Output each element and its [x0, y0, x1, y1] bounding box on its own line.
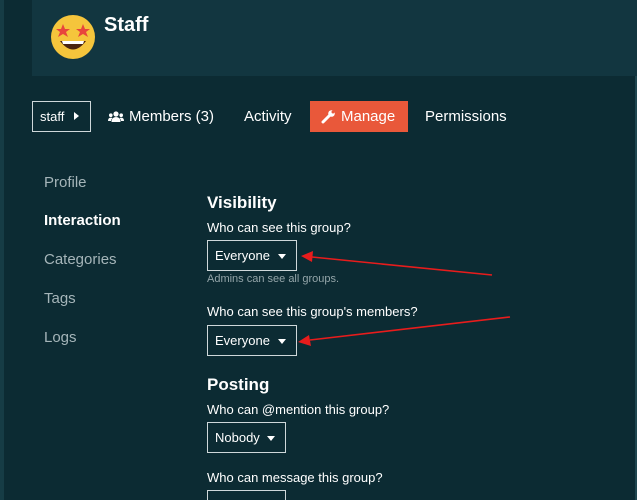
star-struck-emoji-icon	[51, 15, 95, 59]
group-header	[32, 0, 637, 76]
tab-permissions-label: Permissions	[425, 108, 507, 125]
sidebar-item-logs[interactable]: Logs	[44, 329, 77, 346]
left-edge-bar	[0, 0, 4, 500]
see-members-dropdown[interactable]: Everyone	[207, 325, 297, 356]
posting-heading: Posting	[207, 375, 270, 394]
caret-down-icon	[278, 339, 286, 344]
see-group-hint: Admins can see all groups.	[207, 273, 340, 285]
visibility-heading: Visibility	[207, 193, 277, 212]
wrench-icon	[321, 110, 335, 124]
caret-right-icon	[74, 112, 79, 120]
tab-activity[interactable]: Activity	[244, 101, 292, 132]
group-nav: staff Members (3) Activity Manage Permis…	[32, 101, 632, 132]
tab-members-label: Members (3)	[129, 108, 215, 125]
message-dropdown[interactable]	[207, 490, 286, 500]
tab-activity-label: Activity	[244, 108, 292, 125]
see-group-dropdown[interactable]: Everyone	[207, 240, 297, 271]
see-group-label: Who can see this group?	[207, 220, 351, 235]
tab-permissions[interactable]: Permissions	[425, 101, 507, 132]
tab-members[interactable]: Members (3)	[108, 101, 214, 132]
tab-manage[interactable]: Manage	[310, 101, 408, 132]
annotation-arrow-line	[309, 316, 511, 341]
see-members-label: Who can see this group's members?	[207, 304, 418, 319]
caret-down-icon	[267, 436, 275, 441]
mention-dropdown[interactable]: Nobody	[207, 422, 286, 453]
annotation-arrowhead-icon	[301, 251, 313, 262]
group-dropdown-label: staff	[40, 109, 65, 124]
sidebar-item-categories[interactable]: Categories	[44, 251, 117, 268]
group-title: Staff	[104, 14, 149, 36]
annotation-arrowhead-icon	[298, 335, 311, 346]
sidebar-item-interaction[interactable]: Interaction	[44, 212, 121, 229]
mention-value: Nobody	[215, 430, 260, 445]
sidebar-item-profile[interactable]: Profile	[44, 174, 87, 191]
tab-manage-label: Manage	[341, 108, 396, 125]
see-members-value: Everyone	[215, 333, 270, 348]
mention-label: Who can @mention this group?	[207, 402, 390, 417]
message-label: Who can message this group?	[207, 470, 383, 485]
sidebar-item-tags[interactable]: Tags	[44, 290, 76, 307]
group-dropdown-button[interactable]: staff	[32, 101, 91, 132]
caret-down-icon	[278, 254, 286, 259]
users-icon	[108, 110, 124, 122]
see-group-value: Everyone	[215, 248, 270, 263]
